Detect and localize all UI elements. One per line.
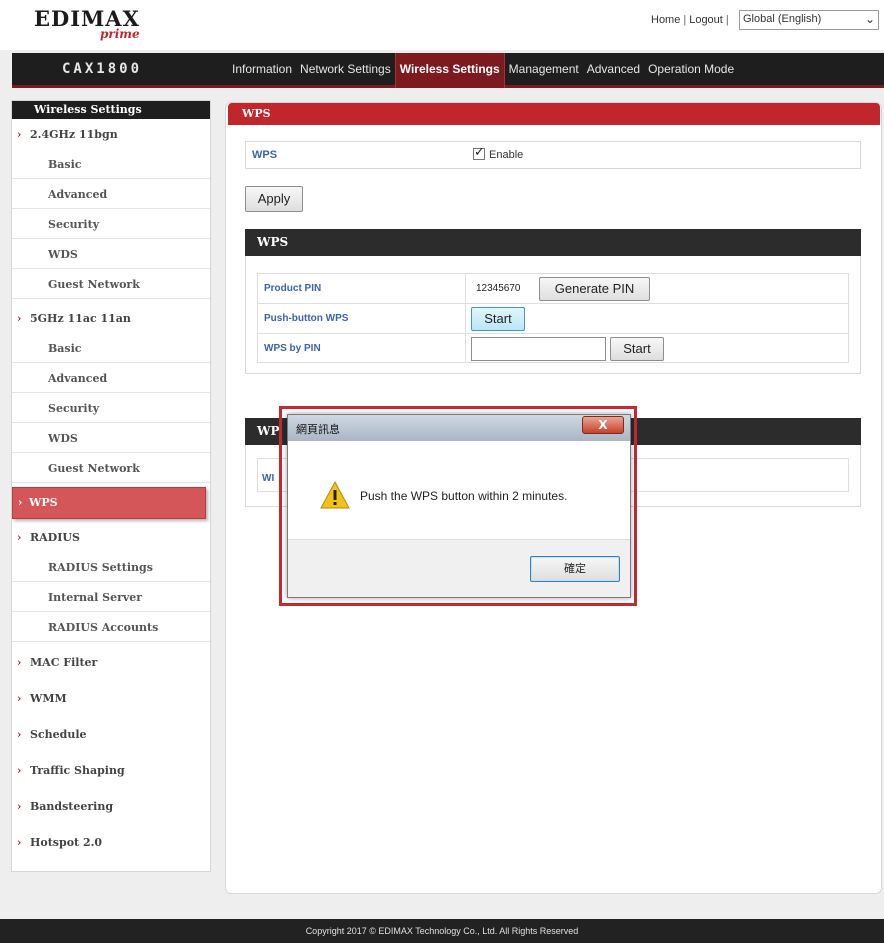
dialog-title: 網頁訊息	[296, 423, 340, 436]
push-button-wps-label: Push-button WPS	[264, 313, 349, 324]
sidebar-item-traffic-shaping[interactable]: › Traffic Shaping	[12, 761, 210, 781]
wps-enable-row: WPS Enable	[245, 141, 861, 169]
tab-management[interactable]: Management	[505, 53, 583, 88]
sidebar-item-wds[interactable]: WDS	[12, 241, 210, 269]
language-select[interactable]: Global (English) ⌄	[739, 10, 879, 30]
wps-enable-checkbox[interactable]	[473, 145, 485, 160]
brand-logo[interactable]: EDIMAX prime	[34, 8, 140, 42]
sidebar-item-mac-filter[interactable]: › MAC Filter	[12, 653, 210, 673]
tab-advanced[interactable]: Advanced	[583, 53, 644, 88]
home-link[interactable]: Home	[651, 14, 680, 26]
sidebar-item-basic[interactable]: Basic	[12, 151, 210, 179]
chevron-right-icon: ›	[17, 692, 22, 705]
sidebar-item-hotspot[interactable]: › Hotspot 2.0	[12, 833, 210, 853]
sidebar-item-2.4ghz[interactable]: › 2.4GHz 11bgn	[12, 125, 210, 145]
chevron-right-icon: ›	[17, 836, 22, 849]
link-separator: |	[725, 14, 729, 26]
chevron-right-icon: ›	[17, 531, 22, 544]
sidebar-item-label: 2.4GHz 11bgn	[30, 128, 118, 141]
language-value: Global (English)	[743, 13, 822, 25]
wps-label: WPS	[252, 149, 278, 161]
chevron-right-icon: ›	[17, 800, 22, 813]
wps-settings-table: Product PIN 12345670 Generate PIN Push-b…	[257, 273, 849, 363]
chevron-right-icon: ›	[17, 312, 22, 325]
sidebar-item-security[interactable]: Security	[12, 211, 210, 239]
tab-network-settings[interactable]: Network Settings	[296, 53, 395, 88]
sidebar-item-label: Bandsteering	[30, 800, 114, 813]
sidebar-item-basic[interactable]: Basic	[12, 335, 210, 363]
sidebar-item-label: Traffic Shaping	[30, 764, 125, 777]
wps-status-label: WI	[262, 473, 275, 484]
wps-pin-start-button[interactable]: Start	[610, 337, 664, 361]
product-pin-value: 12345670	[476, 283, 521, 294]
sidebar-item-label: MAC Filter	[30, 656, 98, 669]
sidebar-item-radius-settings[interactable]: RADIUS Settings	[12, 554, 210, 582]
page-footer: Copyright 2017 © EDIMAX Technology Co., …	[0, 919, 884, 943]
sidebar-item-guest-network[interactable]: Guest Network	[12, 455, 210, 483]
sidebar-item-5ghz[interactable]: › 5GHz 11ac 11an	[12, 309, 210, 329]
chevron-right-icon: ›	[17, 728, 22, 741]
model-name: CAX1800	[62, 61, 143, 77]
sidebar-item-schedule[interactable]: › Schedule	[12, 725, 210, 745]
dialog-titlebar[interactable]: 網頁訊息 X	[288, 415, 630, 441]
dialog-body: Push the WPS button within 2 minutes.	[288, 441, 630, 539]
nav-tabs: Information Network Settings Wireless Se…	[228, 53, 738, 88]
tab-information[interactable]: Information	[228, 53, 296, 88]
product-pin-label: Product PIN	[264, 283, 322, 294]
dialog-footer: 確定	[288, 539, 630, 597]
sidebar-item-label: Hotspot 2.0	[30, 836, 103, 849]
sidebar-item-advanced[interactable]: Advanced	[12, 181, 210, 209]
close-button[interactable]: X	[582, 416, 624, 434]
ok-button[interactable]: 確定	[530, 556, 620, 582]
dialog-message: Push the WPS button within 2 minutes.	[360, 489, 568, 503]
sidebar-item-wds[interactable]: WDS	[12, 425, 210, 453]
wps-section-title: WPS	[245, 229, 861, 256]
enable-label: Enable	[489, 149, 524, 161]
tab-wireless-settings[interactable]: Wireless Settings	[394, 53, 505, 88]
chevron-right-icon: ›	[17, 764, 22, 777]
alert-dialog: 網頁訊息 X Push the WPS button within 2 minu…	[287, 414, 631, 598]
push-button-start-button[interactable]: Start	[471, 307, 525, 331]
sidebar-item-advanced[interactable]: Advanced	[12, 365, 210, 393]
sidebar-item-wps[interactable]: › WPS	[12, 487, 206, 519]
table-row: Push-button WPS Start	[258, 304, 848, 334]
link-separator: |	[683, 14, 687, 26]
sidebar-item-radius[interactable]: › RADIUS	[12, 528, 210, 548]
sidebar-item-label: WMM	[30, 692, 67, 705]
wps-by-pin-label: WPS by PIN	[264, 343, 321, 354]
sidebar-item-guest-network[interactable]: Guest Network	[12, 271, 210, 299]
sidebar-item-internal-server[interactable]: Internal Server	[12, 584, 210, 612]
table-row: Product PIN 12345670 Generate PIN	[258, 274, 848, 304]
chevron-down-icon: ⌄	[864, 12, 875, 26]
sidebar-item-label: Schedule	[30, 728, 87, 741]
logout-link[interactable]: Logout	[689, 14, 723, 26]
sidebar-item-label: 5GHz 11ac 11an	[30, 312, 131, 325]
warning-icon	[320, 481, 350, 509]
chevron-right-icon: ›	[17, 656, 22, 669]
wps-pin-input[interactable]	[471, 337, 606, 361]
top-header: EDIMAX prime Home | Logout | Global (Englis…	[0, 0, 884, 50]
tab-operation-mode[interactable]: Operation Mode	[644, 53, 738, 88]
sidebar-item-bandsteering[interactable]: › Bandsteering	[12, 797, 210, 817]
chevron-right-icon: ›	[18, 496, 23, 509]
chevron-right-icon: ›	[17, 128, 22, 141]
apply-button[interactable]: Apply	[245, 186, 303, 212]
top-links: Home | Logout |	[651, 14, 732, 26]
sidebar-title: Wireless Settings	[12, 101, 210, 119]
sidebar-item-wmm[interactable]: › WMM	[12, 689, 210, 709]
sidebar-item-radius-accounts[interactable]: RADIUS Accounts	[12, 614, 210, 642]
sidebar-item-label: RADIUS	[30, 531, 80, 544]
table-row: WPS by PIN Start	[258, 334, 848, 364]
generate-pin-button[interactable]: Generate PIN	[539, 277, 650, 301]
sidebar: Wireless Settings › 2.4GHz 11bgn Basic Ad…	[11, 100, 211, 872]
main-navbar: CAX1800 Information Network Settings Wir…	[12, 53, 884, 88]
logo-subtext: prime	[100, 27, 140, 41]
close-icon: X	[598, 418, 608, 432]
sidebar-item-security[interactable]: Security	[12, 395, 210, 423]
sidebar-item-label: WPS	[29, 496, 58, 509]
panel-title: WPS	[228, 103, 880, 125]
